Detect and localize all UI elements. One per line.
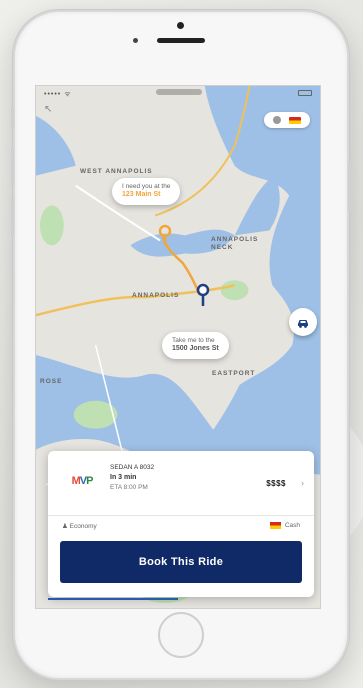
status-bar: ••••• ᯤ	[36, 86, 320, 100]
battery-icon	[298, 90, 312, 96]
settings-chip[interactable]	[264, 112, 310, 128]
logo-letter-p: P	[86, 475, 93, 487]
vehicle-option-row[interactable]: MVP SEDAN A 8032 In 3 min ETA 8:00 PM $$…	[48, 451, 314, 509]
destination-prompt: Take me to the	[172, 337, 215, 344]
volume-down-button	[11, 197, 14, 237]
map-label-eastport: EASTPORT	[212, 370, 256, 377]
vehicle-id: SEDAN A 8032	[110, 464, 155, 471]
pickup-pin-icon	[158, 224, 172, 245]
toggle-icon	[273, 116, 281, 124]
payment-label: Cash	[284, 522, 300, 529]
status-time	[156, 89, 202, 95]
earpiece-speaker	[157, 38, 205, 43]
volume-up-button	[11, 147, 14, 187]
destination-address: 1500 Jones St	[172, 345, 219, 353]
pickup-address: 123 Main St	[122, 191, 161, 199]
person-icon: ♟	[62, 523, 68, 530]
car-location-icon	[298, 320, 308, 328]
app-screen: WEST ANNAPOLIS ANNAPOLIS EASTPORT ANNAPO…	[35, 85, 321, 609]
logo-letter-m: M	[71, 475, 81, 487]
payment-flag-icon	[269, 522, 281, 529]
ride-price: $$$$	[266, 479, 286, 488]
destination-callout[interactable]: Take me to the 1500 Jones St	[162, 332, 229, 359]
map-label-west-annapolis: WEST ANNAPOLIS	[80, 168, 153, 175]
map-label-annapolis-neck: ANNAPOLIS NECK	[211, 236, 259, 251]
book-ride-button[interactable]: Book This Ride	[60, 541, 302, 583]
vehicle-arrival: In 3 min	[110, 473, 137, 481]
recenter-button[interactable]	[289, 308, 317, 336]
mute-switch	[11, 107, 14, 129]
pickup-prompt: I need you at the	[122, 183, 171, 190]
map-label-rose: ROSE	[40, 378, 63, 385]
flag-icon	[289, 116, 301, 124]
power-button	[348, 162, 351, 212]
ride-summary-card: MVP SEDAN A 8032 In 3 min ETA 8:00 PM $$…	[48, 451, 314, 597]
map-label-annapolis: ANNAPOLIS	[132, 292, 180, 299]
chevron-right-icon: ›	[301, 478, 304, 488]
destination-pin-icon	[196, 283, 210, 306]
ride-class-option[interactable]: ♟ Economy	[62, 522, 97, 530]
vehicle-eta: ETA 8:00 PM	[110, 484, 148, 492]
vehicle-info: SEDAN A 8032 In 3 min ETA 8:00 PM	[110, 463, 154, 493]
ride-class-label: Economy	[69, 523, 97, 530]
proximity-sensor	[133, 38, 138, 43]
front-camera	[177, 22, 184, 29]
progress-indicator	[48, 598, 178, 600]
company-logo: MVP	[62, 463, 102, 499]
pickup-callout[interactable]: I need you at the 123 Main St	[112, 178, 181, 205]
card-divider	[48, 515, 314, 516]
payment-option[interactable]: Cash	[269, 522, 300, 529]
ride-options-row: ♟ Economy Cash	[48, 519, 314, 535]
home-button[interactable]	[158, 612, 204, 658]
signal-indicator: ••••• ᯤ	[44, 91, 72, 98]
back-arrow-icon[interactable]: ↖	[44, 104, 52, 115]
